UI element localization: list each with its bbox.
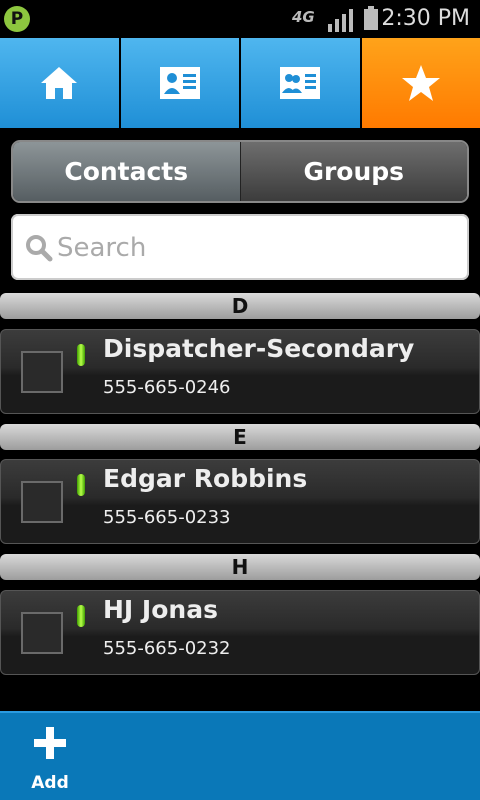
presence-indicator-icon xyxy=(77,605,85,627)
section-header-d: D xyxy=(0,293,480,319)
search-box xyxy=(11,214,469,280)
add-label: Add xyxy=(31,773,69,793)
tab-home[interactable] xyxy=(0,38,121,128)
contact-phone: 555-665-0233 xyxy=(103,507,231,528)
contact-checkbox[interactable] xyxy=(21,351,63,393)
section-header-e: E xyxy=(0,424,480,450)
section-header-h: H xyxy=(0,554,480,580)
contact-phone: 555-665-0232 xyxy=(103,638,231,659)
segment-contacts[interactable]: Contacts xyxy=(13,142,240,201)
contact-checkbox[interactable] xyxy=(21,481,63,523)
presence-indicator-icon xyxy=(77,474,85,496)
search-icon xyxy=(26,235,53,262)
bottom-action-bar: Add xyxy=(0,711,480,800)
plus-icon xyxy=(34,727,66,759)
network-type: 4G xyxy=(292,8,315,26)
contact-row[interactable]: HJ Jonas 555-665-0232 xyxy=(0,590,480,675)
contact-row[interactable]: Edgar Robbins 555-665-0233 xyxy=(0,459,480,544)
star-icon xyxy=(401,65,440,101)
top-nav-bar xyxy=(0,38,480,128)
app-notification-icon: P xyxy=(4,6,30,32)
presence-indicator-icon xyxy=(77,344,85,366)
contact-name: HJ Jonas xyxy=(103,595,218,624)
contact-name: Dispatcher-Secondary xyxy=(103,334,415,363)
tab-favorites[interactable] xyxy=(361,38,480,128)
tab-contact-card[interactable] xyxy=(120,38,241,128)
search-input[interactable] xyxy=(55,226,459,270)
signal-icon xyxy=(328,9,353,32)
contact-checkbox[interactable] xyxy=(21,612,63,654)
clock: 2:30 PM xyxy=(381,6,470,31)
contact-phone: 555-665-0246 xyxy=(103,377,231,398)
contact-card-icon xyxy=(159,67,200,99)
group-card-icon xyxy=(280,67,321,99)
segment-groups[interactable]: Groups xyxy=(239,142,467,201)
contact-row[interactable]: Dispatcher-Secondary 555-665-0246 xyxy=(0,329,480,414)
status-bar: P 4G 2:30 PM xyxy=(0,0,480,38)
contact-name: Edgar Robbins xyxy=(103,464,308,493)
tab-group-card[interactable] xyxy=(241,38,362,128)
contacts-groups-toggle: Contacts Groups xyxy=(11,140,469,203)
add-button[interactable]: Add xyxy=(24,723,76,795)
battery-icon xyxy=(364,6,378,30)
home-icon xyxy=(41,67,78,99)
